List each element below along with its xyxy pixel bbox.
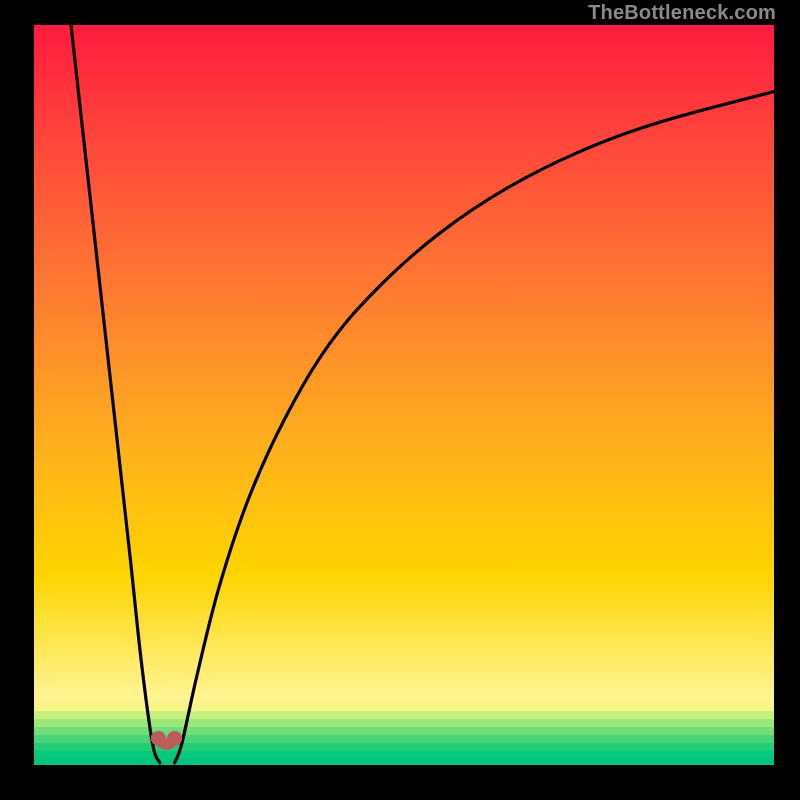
bottleneck-chart [34,25,774,765]
marker-dot [151,731,166,746]
gradient-bottom [34,695,774,765]
marker-dot [167,731,182,746]
chart-frame: TheBottleneck.com [0,0,800,800]
gradient-main [34,25,774,695]
plot-area [34,25,774,765]
watermark-text: TheBottleneck.com [588,2,776,25]
